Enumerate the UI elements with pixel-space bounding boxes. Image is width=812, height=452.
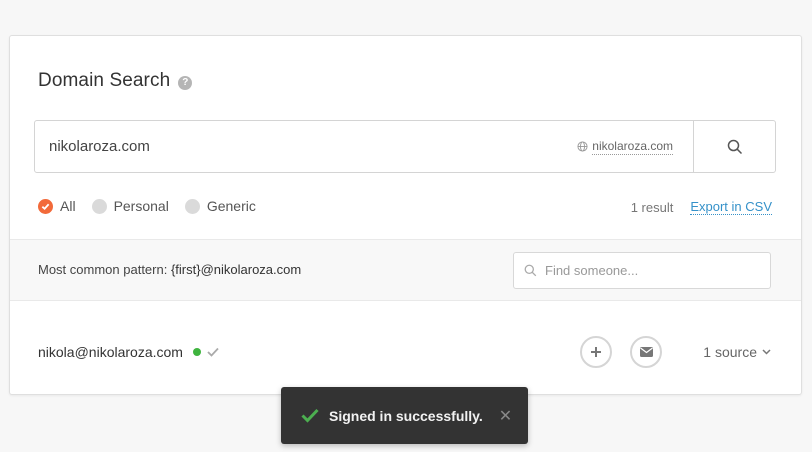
chevron-down-icon (762, 349, 771, 355)
sources-dropdown[interactable]: 1 source (703, 344, 771, 360)
filter-all[interactable]: All (38, 198, 76, 214)
radio-icon (91, 198, 107, 214)
envelope-icon (639, 347, 653, 357)
check-icon (207, 347, 219, 357)
sources-label: 1 source (703, 344, 757, 360)
filter-label: Generic (206, 198, 256, 214)
domain-hint[interactable]: nikolaroza.com (577, 121, 673, 172)
globe-icon (577, 141, 588, 152)
checked-radio-icon (38, 198, 53, 214)
add-contact-button[interactable] (580, 336, 612, 368)
domain-search-box: nikolaroza.com (34, 120, 776, 173)
export-csv-link[interactable]: Export in CSV (690, 199, 772, 215)
page-title: Domain Search (38, 70, 171, 91)
result-count: 1 result (630, 199, 674, 215)
filter-generic[interactable]: Generic (184, 198, 256, 214)
help-icon[interactable]: ? (178, 75, 193, 90)
toast-message: Signed in successfully. (329, 407, 483, 424)
filter-label: All (60, 198, 76, 214)
close-icon[interactable]: ✕ (499, 406, 512, 426)
filter-personal[interactable]: Personal (91, 198, 169, 214)
pattern-value: {first}@nikolaroza.com (170, 262, 302, 277)
search-button[interactable] (693, 121, 775, 172)
email-entry: nikola@nikolaroza.com (38, 344, 219, 360)
filter-label: Personal (113, 198, 169, 214)
pattern-label: Most common pattern: (38, 262, 168, 277)
page-title-group: Domain Search ? (38, 70, 193, 92)
find-someone-input[interactable] (545, 263, 745, 278)
domain-hint-text: nikolaroza.com (592, 138, 673, 155)
verified-status-dot (192, 348, 201, 356)
plus-icon (591, 347, 601, 357)
email-address[interactable]: nikola@nikolaroza.com (38, 344, 183, 360)
domain-search-card: Domain Search ? nikolaroza.com nikolaroz… (9, 35, 802, 395)
type-filters: All Personal Generic (38, 198, 272, 214)
pattern-bar: Most common pattern: {first}@nikolaroza.… (10, 239, 801, 301)
radio-icon (184, 198, 200, 214)
results-meta: 1 result Export in CSV (631, 199, 772, 215)
find-someone-box (513, 252, 771, 289)
send-email-button[interactable] (630, 336, 662, 368)
domain-search-input[interactable] (35, 121, 578, 172)
search-icon (727, 139, 742, 154)
search-icon (524, 264, 537, 277)
check-icon (301, 408, 319, 423)
email-result-row: nikola@nikolaroza.com 1 source (10, 302, 801, 396)
toast-notification: Signed in successfully. ✕ (281, 387, 528, 444)
common-pattern: Most common pattern: {first}@nikolaroza.… (38, 262, 301, 277)
